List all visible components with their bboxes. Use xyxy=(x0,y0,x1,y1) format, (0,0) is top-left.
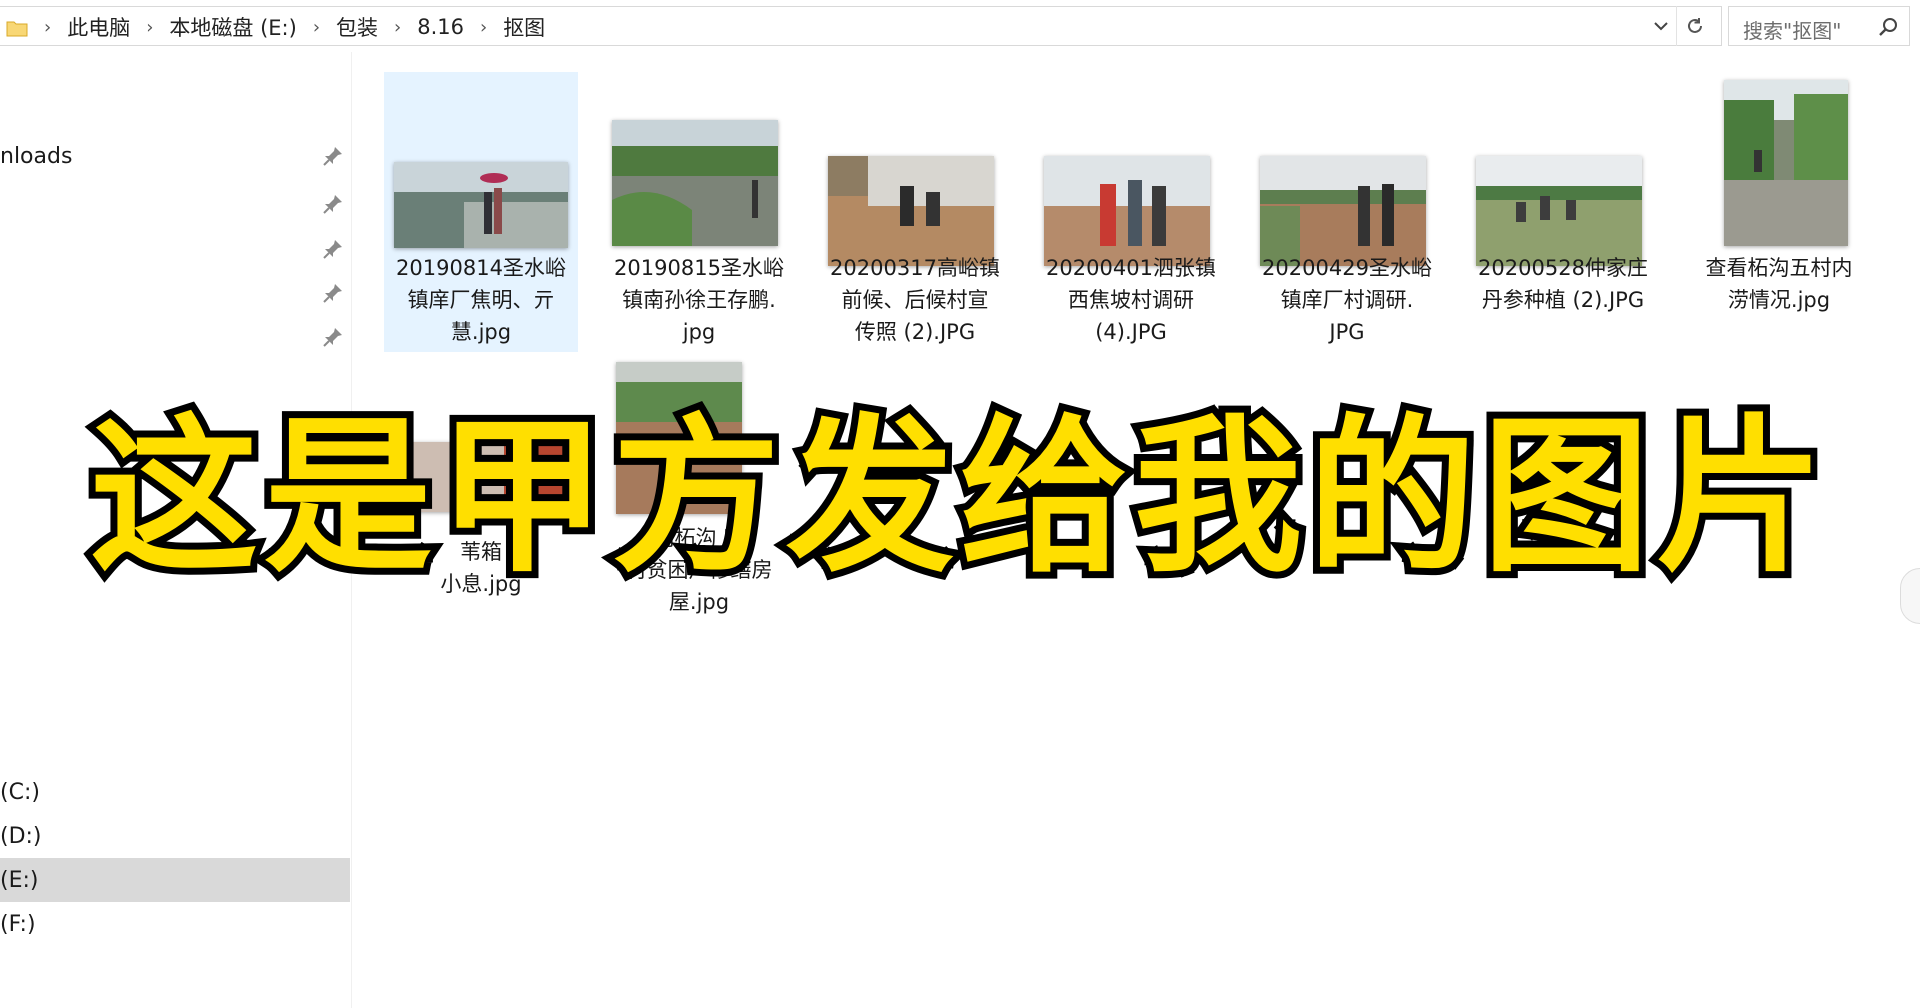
address-bar[interactable]: › 此电脑 › 本地磁盘 (E:) › 包装 › 8.16 › 抠图 xyxy=(0,6,1722,46)
image-thumbnail xyxy=(828,156,994,266)
image-thumbnail xyxy=(1476,156,1642,266)
search-box[interactable]: 搜索"抠图" xyxy=(1728,6,1910,46)
breadcrumb-item[interactable]: 本地磁盘 (E:) xyxy=(159,12,306,42)
breadcrumb-item[interactable]: 8.16 xyxy=(407,15,474,39)
breadcrumb-item[interactable]: 包装 xyxy=(326,12,388,42)
file-name: 20200317高峪镇 前候、后候村宣 传照 (2).JPG xyxy=(830,256,1000,344)
file-tile[interactable]: 20190814圣水峪 镇庠厂焦明、亓 慧.jpg xyxy=(384,72,578,352)
chevron-right-icon[interactable]: › xyxy=(307,17,326,38)
drive-label: (F:) xyxy=(0,911,36,937)
file-tile[interactable]: 查看柘沟五村内 涝情况.jpg xyxy=(1682,72,1876,352)
file-name: 20200401泗张镇 西焦坡村调研 (4).JPG xyxy=(1046,256,1216,344)
image-thumbnail xyxy=(394,162,568,248)
quick-access-item[interactable]: nloads xyxy=(0,136,352,176)
refresh-icon[interactable] xyxy=(1676,6,1712,46)
file-name: 20200429圣水峪 镇庠厂村调研. JPG xyxy=(1262,256,1432,344)
image-thumbnail xyxy=(1724,80,1848,246)
pin-icon xyxy=(323,328,342,347)
breadcrumb-item[interactable]: 此电脑 xyxy=(57,12,140,42)
search-input[interactable]: 搜索"抠图" xyxy=(1743,15,1841,44)
image-thumbnail xyxy=(1044,156,1210,266)
drive-label: (D:) xyxy=(0,823,42,849)
breadcrumb: › 此电脑 › 本地磁盘 (E:) › 包装 › 8.16 › 抠图 xyxy=(38,7,555,47)
breadcrumb-item[interactable]: 抠图 xyxy=(493,12,555,42)
image-thumbnail xyxy=(612,120,778,246)
file-name: 20200528仲家庄 丹参种植 (2).JPG xyxy=(1478,256,1648,312)
chevron-right-icon[interactable]: › xyxy=(474,17,493,38)
file-tile[interactable]: 20200401泗张镇 西焦坡村调研 (4).JPG xyxy=(1034,72,1228,352)
pin-icon xyxy=(323,195,342,214)
file-name: 20190815圣水峪 镇南孙徐王存鹏. jpg xyxy=(614,256,784,344)
search-icon[interactable] xyxy=(1877,16,1899,38)
overlay-caption: 这是甲方发给我的图片 xyxy=(83,395,1831,599)
file-tile[interactable]: 20200317高峪镇 前候、后候村宣 传照 (2).JPG xyxy=(818,72,1012,352)
image-thumbnail xyxy=(1260,156,1426,266)
drive-label: (E:) xyxy=(0,867,39,893)
pin-icon xyxy=(323,240,342,259)
file-tile[interactable]: 20190815圣水峪 镇南孙徐王存鹏. jpg xyxy=(602,72,796,352)
file-tile[interactable]: 20200528仲家庄 丹参种植 (2).JPG xyxy=(1466,72,1660,352)
drive-label: (C:) xyxy=(0,779,40,805)
quick-access-label: nloads xyxy=(0,143,73,169)
chevron-right-icon[interactable]: › xyxy=(38,17,57,38)
drive-c[interactable]: (C:) xyxy=(0,770,350,814)
file-tile[interactable]: 20200429圣水峪 镇庠厂村调研. JPG xyxy=(1250,72,1444,352)
folder-icon xyxy=(6,21,28,37)
file-name: 20190814圣水峪 镇庠厂焦明、亓 慧.jpg xyxy=(396,256,566,344)
address-bar-row: › 此电脑 › 本地磁盘 (E:) › 包装 › 8.16 › 抠图 搜索"抠图… xyxy=(0,0,1920,52)
chevron-right-icon[interactable]: › xyxy=(140,17,159,38)
drive-e[interactable]: (E:) xyxy=(0,858,350,902)
file-name: 查看柘沟五村内 涝情况.jpg xyxy=(1705,256,1853,312)
drive-d[interactable]: (D:) xyxy=(0,814,350,858)
pin-icon xyxy=(323,147,342,166)
drive-f[interactable]: (F:) xyxy=(0,902,350,946)
chevron-down-icon[interactable] xyxy=(1648,6,1674,46)
pin-icon xyxy=(323,284,342,303)
chevron-right-icon[interactable]: › xyxy=(388,17,407,38)
